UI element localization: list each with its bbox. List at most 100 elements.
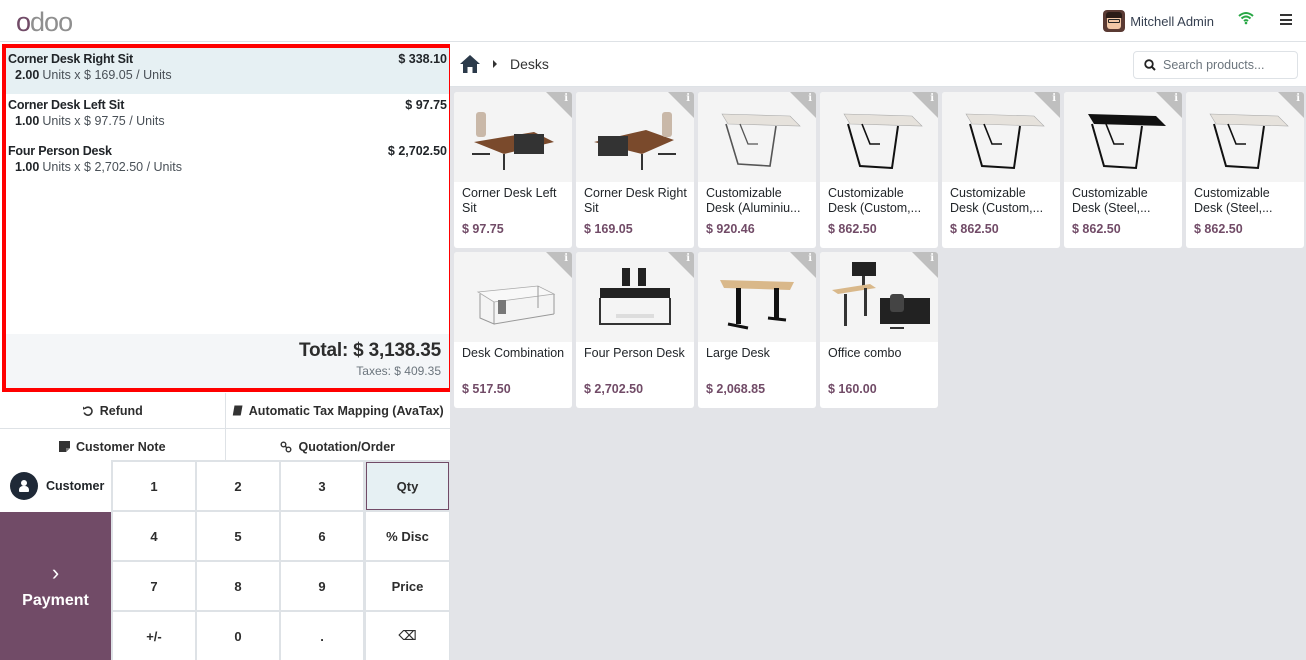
product-card[interactable]: i Customizable Desk (Steel,... $ 862.50	[1186, 92, 1304, 248]
numpad: Customer › Payment 1 2 3 Qty 4 5 6% Disc 7 8 9 Pri…	[0, 460, 450, 660]
numpad-key[interactable]: 6	[281, 512, 363, 560]
product-info-button[interactable]	[546, 252, 572, 278]
product-price: $ 2,068.85	[706, 382, 766, 396]
quotation-order-button[interactable]: Quotation/Order	[225, 429, 450, 464]
user-avatar	[1103, 10, 1126, 32]
info-icon[interactable]: i	[930, 93, 934, 104]
info-icon[interactable]: i	[808, 253, 812, 264]
backspace-key[interactable]: ⌫	[366, 612, 449, 660]
product-info-button[interactable]	[1278, 92, 1304, 118]
product-name: Customizable Desk (Steel,...	[1194, 186, 1273, 215]
info-icon[interactable]: i	[1174, 93, 1178, 104]
order-line[interactable]: Corner Desk Left Sit $ 97.75 1.00 Units x $…	[6, 94, 449, 140]
numpad-key[interactable]: 5	[197, 512, 279, 560]
product-card[interactable]: i Desk Combination $ 517.50	[454, 252, 572, 408]
undo-icon	[82, 405, 93, 416]
product-info-button[interactable]	[1034, 92, 1060, 118]
product-search[interactable]	[1133, 51, 1298, 79]
order-summary: Corner Desk Right Sit $ 338.10 2.00 Units x…	[2, 44, 453, 392]
numpad-key[interactable]: % Disc	[366, 512, 449, 560]
user-icon	[10, 472, 38, 500]
product-info-button[interactable]	[912, 92, 938, 118]
wifi-icon[interactable]	[1238, 11, 1254, 30]
product-price: $ 160.00	[828, 382, 877, 396]
numpad-key[interactable]: 9	[281, 562, 363, 610]
product-card[interactable]: i Customizable Desk (Steel,... $ 862.50	[1064, 92, 1182, 248]
order-line-name: Four Person Desk	[8, 144, 112, 158]
control-row-1: Refund Automatic Tax Mapping (AvaTax)	[0, 393, 450, 429]
numpad-key[interactable]: .	[281, 612, 363, 660]
home-icon[interactable]	[459, 54, 481, 79]
customer-note-button[interactable]: Customer Note	[0, 429, 226, 464]
chevron-right-icon: ›	[51, 560, 60, 585]
info-icon[interactable]: i	[930, 253, 934, 264]
payment-button[interactable]: › Payment	[0, 512, 111, 660]
numpad-key[interactable]: 8	[197, 562, 279, 610]
product-image: i	[1186, 92, 1304, 182]
numpad-key[interactable]: 4	[113, 512, 195, 560]
breadcrumb-category[interactable]: Desks	[510, 56, 549, 72]
product-card[interactable]: i Large Desk $ 2,068.85	[698, 252, 816, 408]
product-card[interactable]: i Customizable Desk (Aluminiu... $ 920.46	[698, 92, 816, 248]
product-info-button[interactable]	[668, 252, 694, 278]
product-name: Four Person Desk	[584, 346, 685, 360]
info-icon[interactable]: i	[564, 253, 568, 264]
info-icon[interactable]: i	[1052, 93, 1056, 104]
link-icon	[280, 441, 292, 452]
product-price: $ 517.50	[462, 382, 511, 396]
numpad-key[interactable]: +/-	[113, 612, 195, 660]
numpad-key[interactable]: 2	[197, 462, 279, 510]
numpad-key[interactable]: Qty	[366, 462, 449, 510]
product-price: $ 862.50	[950, 222, 999, 236]
product-image: i	[820, 252, 938, 342]
order-line-price: $ 338.10	[398, 52, 447, 66]
product-name: Corner Desk Left Sit	[462, 186, 557, 215]
product-card[interactable]: i Customizable Desk (Custom,... $ 862.50	[820, 92, 938, 248]
refund-button[interactable]: Refund	[0, 393, 226, 428]
product-card[interactable]: i Corner Desk Left Sit $ 97.75	[454, 92, 572, 248]
breadcrumb-separator-icon	[493, 60, 497, 68]
tax-mapping-button[interactable]: Automatic Tax Mapping (AvaTax)	[225, 393, 450, 428]
info-icon[interactable]: i	[686, 253, 690, 264]
product-price: $ 169.05	[584, 222, 633, 236]
order-line-qty: 2.00	[15, 68, 40, 82]
product-info-button[interactable]	[546, 92, 572, 118]
product-info-button[interactable]	[912, 252, 938, 278]
product-name: Customizable Desk (Custom,...	[950, 186, 1044, 215]
order-line-name: Corner Desk Left Sit	[8, 98, 125, 112]
user-menu[interactable]: Mitchell Admin	[1103, 10, 1214, 32]
product-price: $ 920.46	[706, 222, 755, 236]
numpad-key[interactable]: 7	[113, 562, 195, 610]
product-name: Desk Combination	[462, 346, 565, 360]
order-line[interactable]: Four Person Desk $ 2,702.50 1.00 Units x $ …	[6, 140, 449, 186]
menu-icon[interactable]	[1280, 14, 1292, 25]
note-icon	[58, 441, 70, 452]
product-name: Customizable Desk (Steel,...	[1072, 186, 1151, 215]
product-card[interactable]: i Four Person Desk $ 2,702.50	[576, 252, 694, 408]
product-info-button[interactable]	[668, 92, 694, 118]
product-info-button[interactable]	[790, 252, 816, 278]
info-icon[interactable]: i	[564, 93, 568, 104]
numpad-key[interactable]: 1	[113, 462, 195, 510]
product-card[interactable]: i Corner Desk Right Sit $ 169.05	[576, 92, 694, 248]
info-icon[interactable]: i	[1296, 93, 1300, 104]
top-bar: odoo Mitchell Admin	[0, 0, 1306, 42]
product-info-button[interactable]	[1156, 92, 1182, 118]
search-input[interactable]	[1163, 58, 1293, 72]
info-icon[interactable]: i	[808, 93, 812, 104]
order-line-price: $ 2,702.50	[387, 144, 447, 158]
product-name: Customizable Desk (Aluminiu...	[706, 186, 801, 215]
product-info-button[interactable]	[790, 92, 816, 118]
order-line[interactable]: Corner Desk Right Sit $ 338.10 2.00 Units x…	[6, 48, 449, 94]
numpad-key[interactable]: 0	[197, 612, 279, 660]
odoo-logo[interactable]: odoo	[16, 7, 73, 38]
numpad-key[interactable]: 3	[281, 462, 363, 510]
product-card[interactable]: i Customizable Desk (Custom,... $ 862.50	[942, 92, 1060, 248]
product-card[interactable]: i Office combo $ 160.00	[820, 252, 938, 408]
customer-button[interactable]: Customer	[0, 460, 111, 512]
info-icon[interactable]: i	[686, 93, 690, 104]
product-name: Customizable Desk (Custom,...	[828, 186, 922, 215]
order-total: Total: $ 3,138.35	[299, 340, 441, 361]
numpad-key[interactable]: Price	[366, 562, 449, 610]
product-price: $ 2,702.50	[584, 382, 644, 396]
